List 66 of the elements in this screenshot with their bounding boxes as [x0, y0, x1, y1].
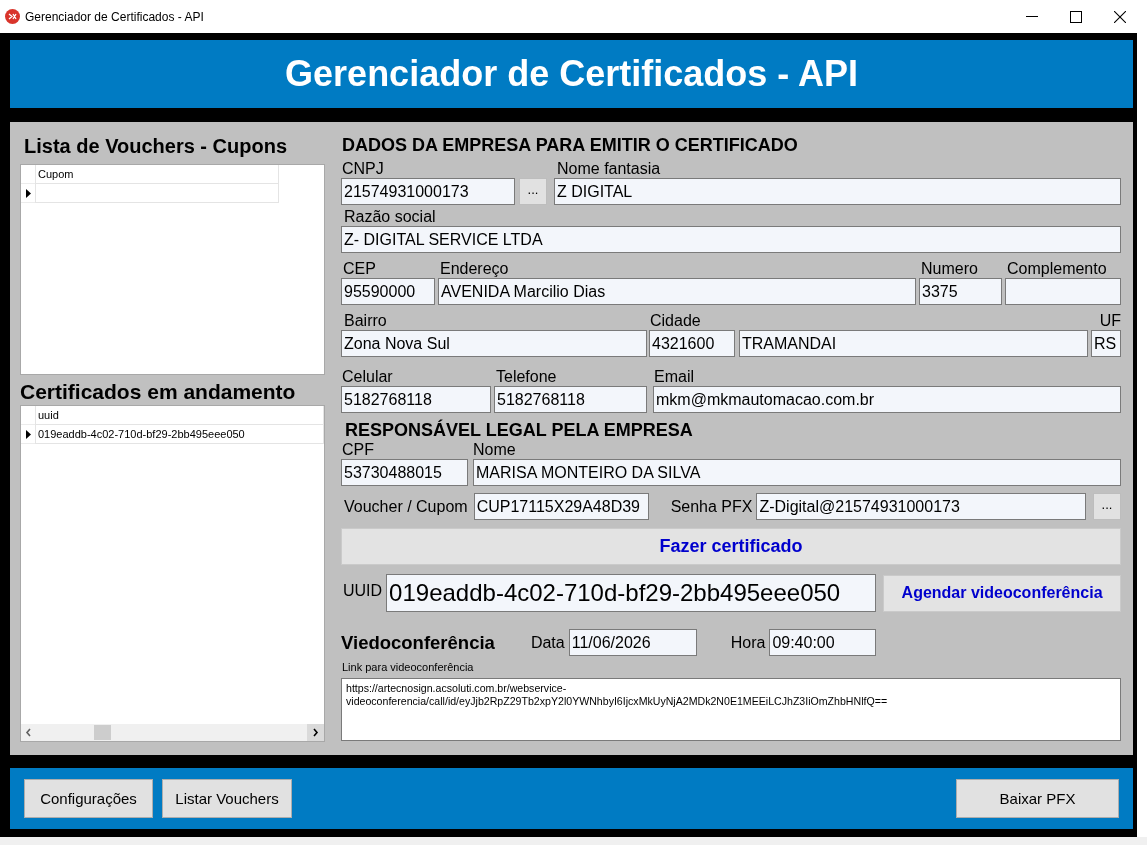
field-label: CNPJ — [342, 160, 384, 178]
date-field[interactable]: 11/06/2026 — [568, 629, 697, 656]
input-field[interactable]: 21574931000173 — [341, 178, 515, 205]
field-label: Cidade — [650, 312, 701, 330]
section-title: Viedoconferência — [341, 631, 495, 654]
input-field[interactable]: 53730488015 — [341, 459, 468, 486]
field-label: CPF — [342, 441, 374, 459]
input-field[interactable]: CUP17115X29A48D39 — [473, 493, 649, 520]
field-label: UF — [1099, 312, 1121, 330]
table-cell[interactable]: 019eaddb-4c02-710d-bf29-2bb495eee050 — [35, 425, 324, 444]
input-field[interactable]: Zona Nova Sul — [341, 330, 647, 357]
field-label: Numero — [921, 260, 978, 278]
app-icon — [5, 9, 20, 24]
field-label: Telefone — [496, 368, 557, 386]
maximize-icon — [1070, 10, 1082, 23]
uuid-field[interactable]: 019eaddb-4c02-710d-bf29-2bb495eee050 — [386, 574, 877, 612]
input-field[interactable]: MARISA MONTEIRO DA SILVA — [473, 459, 1121, 486]
field-label: Data — [530, 633, 565, 652]
link-field[interactable]: https://artecnosign.acsoluti.com.br/webservice-videoconferencia/call/id/eyJjb2RpZ29Tb2xpY2l0YWNhbyI6IjcxMkUyNjA2MDk2N0E1MEEiLCJhZ3IiOmZhbHNlfQ== — [341, 678, 1121, 741]
column-header: uuid — [35, 406, 324, 425]
field-label: Email — [654, 368, 694, 386]
field-label: UUID — [343, 582, 383, 600]
field-label: Bairro — [344, 312, 387, 330]
input-field[interactable] — [1005, 278, 1121, 305]
password-options-button[interactable]: ... — [1093, 493, 1121, 520]
input-field[interactable]: mkm@mkmautomacao.com.br — [653, 386, 1121, 413]
list-title: Certificados em andamento — [20, 379, 297, 405]
input-field[interactable]: 95590000 — [341, 278, 435, 305]
input-field[interactable]: AVENIDA Marcilio Dias — [438, 278, 916, 305]
input-field[interactable]: 4321600 — [649, 330, 735, 357]
field-label: Nome fantasia — [557, 160, 661, 178]
input-field[interactable]: Z- DIGITAL SERVICE LTDA — [341, 226, 1121, 253]
field-label: Complemento — [1007, 260, 1107, 278]
table-cell[interactable] — [35, 184, 279, 203]
list-title: Lista de Vouchers - Cupons — [23, 134, 288, 159]
field-label: Celular — [342, 368, 393, 386]
input-field[interactable]: 3375 — [919, 278, 1002, 305]
minimize-icon — [1026, 16, 1038, 17]
footer-button[interactable]: Listar Vouchers — [162, 779, 292, 818]
horizontal-scrollbar[interactable] — [21, 724, 324, 741]
footer-button[interactable]: Configurações — [24, 779, 153, 818]
input-field[interactable]: 5182768118 — [494, 386, 647, 413]
close-icon — [1114, 10, 1126, 23]
field-label: Endereço — [440, 260, 509, 278]
field-label: Senha PFX — [670, 497, 753, 516]
footer-button[interactable]: Baixar PFX — [956, 779, 1119, 818]
app-heading: Gerenciador de Certificados - API — [285, 53, 858, 95]
input-field[interactable]: Z-Digital@21574931000173 — [756, 493, 1086, 520]
input-field[interactable]: 5182768118 — [341, 386, 491, 413]
column-header: Cupom — [35, 165, 279, 184]
input-field[interactable]: Z DIGITAL — [554, 178, 1121, 205]
time-field[interactable]: 09:40:00 — [769, 629, 877, 656]
field-label: Link para videoconferência — [341, 660, 474, 675]
window-title: Gerenciador de Certificados - API — [25, 9, 204, 24]
field-label: Razão social — [344, 208, 436, 226]
make-certificate-button[interactable]: Fazer certificado — [341, 528, 1121, 565]
input-field[interactable]: RS — [1091, 330, 1121, 357]
field-label: CEP — [343, 260, 376, 278]
field-label: Nome — [473, 441, 516, 459]
input-field[interactable]: TRAMANDAI — [739, 330, 1088, 357]
field-label: Voucher / Cupom — [344, 497, 468, 516]
schedule-button[interactable]: Agendar videoconferência — [883, 574, 1121, 612]
lookup-button[interactable]: ... — [519, 178, 547, 205]
field-label: Hora — [730, 633, 766, 652]
section-title: DADOS DA EMPRESA PARA EMITIR O CERTIFICADO — [341, 134, 798, 157]
section-title: RESPONSÁVEL LEGAL PELA EMPRESA — [344, 419, 693, 441]
